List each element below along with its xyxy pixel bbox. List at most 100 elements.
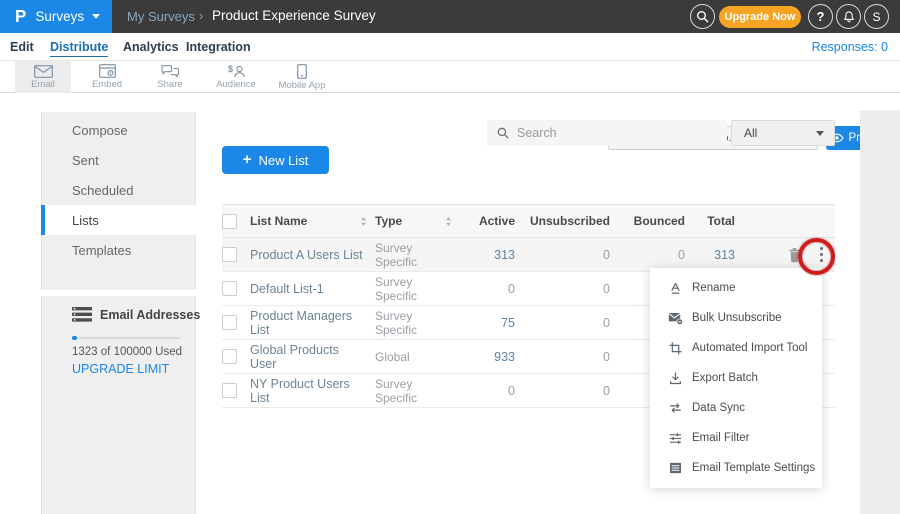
list-search-field [487, 120, 727, 146]
responses-count[interactable]: Responses: 0 [812, 40, 888, 54]
email-usage-progressbar [72, 337, 180, 339]
channel-embed[interactable]: Embed [79, 61, 135, 93]
col-header-total: Total [685, 214, 735, 228]
channel-mobile-app[interactable]: Mobile App [272, 61, 332, 93]
product-menu-label: Surveys [35, 9, 84, 24]
col-header-list-name: List Name [250, 214, 307, 228]
sidebar-item-lists[interactable]: Lists [41, 205, 196, 235]
questionpro-logo-icon: P [15, 6, 26, 27]
sidebar-item-compose[interactable]: Compose [41, 115, 196, 145]
search-input[interactable] [517, 126, 727, 140]
breadcrumb-current page-title: Product Experience Survey [212, 8, 376, 23]
email-usage-text: 1323 of 100000 Used [72, 346, 182, 358]
product-switcher[interactable]: P Surveys [0, 0, 112, 33]
delete-trash-icon[interactable] [787, 247, 802, 263]
new-list-button[interactable]: + New List [222, 146, 329, 174]
app-window: P Surveys My Surveys › Product Experienc… [0, 0, 900, 514]
row-menu-kebab-icon[interactable] [818, 245, 825, 264]
mobile-phone-icon [297, 64, 307, 79]
search-icon[interactable] [690, 4, 715, 29]
audience-icon: $ [227, 64, 246, 78]
share-bubbles-icon [161, 64, 179, 78]
notifications-bell-icon[interactable] [836, 4, 861, 29]
breadcrumb-separator: › [199, 8, 203, 23]
tab-analytics[interactable]: Analytics [123, 40, 179, 54]
tab-edit[interactable]: Edit [10, 40, 34, 54]
table-header-row: List Name Type Active Unsubscribed Bounc… [222, 204, 835, 238]
help-icon[interactable]: ? [808, 4, 833, 29]
sync-repeat-icon [667, 402, 683, 414]
channel-share[interactable]: Share [142, 61, 198, 93]
sort-icon[interactable] [445, 216, 452, 227]
active-count[interactable]: 0 [460, 282, 515, 296]
row-checkbox[interactable] [222, 315, 237, 330]
plus-icon: + [243, 151, 252, 168]
embed-window-icon [99, 64, 116, 78]
list-name-link[interactable]: Global Products User [250, 343, 367, 371]
email-addresses-title: Email Addresses [100, 308, 200, 322]
email-addresses-list-icon [72, 307, 92, 327]
select-all-checkbox[interactable] [222, 214, 237, 229]
list-filter-dropdown[interactable]: All [731, 120, 835, 146]
bounced-count: 0 [610, 248, 685, 262]
menu-item-bulk-unsubscribe[interactable]: Bulk Unsubscribe [650, 303, 822, 333]
unsubscribed-count: 0 [515, 350, 610, 364]
menu-item-automated-import-tool[interactable]: Automated Import Tool [650, 333, 822, 363]
survey-nav-tabs: Edit Distribute Analytics Integration Re… [0, 33, 900, 61]
filter-sliders-icon [667, 432, 683, 445]
tab-distribute[interactable]: Distribute [50, 40, 108, 57]
import-crop-icon [667, 342, 683, 355]
active-count[interactable]: 0 [460, 384, 515, 398]
breadcrumb-parent[interactable]: My Surveys [127, 9, 195, 24]
col-header-type: Type [375, 214, 402, 228]
active-count[interactable]: 313 [460, 248, 515, 262]
distribute-toolbar: Email Embed Share $ Audience Mobile App … [0, 61, 900, 93]
rename-icon [667, 281, 683, 295]
col-header-unsubscribed: Unsubscribed [515, 214, 610, 228]
channel-email[interactable]: Email [15, 61, 71, 93]
sidebar-item-scheduled[interactable]: Scheduled [41, 175, 196, 205]
menu-item-email-filter[interactable]: Email Filter [650, 423, 822, 453]
bulk-unsubscribe-icon [667, 312, 683, 325]
sidebar-item-templates[interactable]: Templates [41, 235, 196, 265]
menu-item-data-sync[interactable]: Data Sync [650, 393, 822, 423]
col-header-active: Active [460, 214, 515, 228]
table-row: Product A Users List Survey Specific 313… [222, 238, 835, 272]
svg-text:$: $ [228, 64, 233, 74]
list-name-link[interactable]: NY Product Users List [250, 377, 367, 405]
total-count: 313 [685, 248, 735, 262]
search-icon [487, 127, 517, 139]
email-envelope-icon [34, 65, 53, 78]
email-usage-progress-fill [72, 336, 77, 340]
tab-integration[interactable]: Integration [186, 40, 251, 54]
list-name-link[interactable]: Product A Users List [250, 248, 363, 262]
upgrade-limit-link[interactable]: UPGRADE LIMIT [72, 362, 169, 376]
menu-item-export-batch[interactable]: Export Batch [650, 363, 822, 393]
active-count[interactable]: 75 [460, 316, 515, 330]
export-download-icon [667, 372, 683, 385]
sidebar-item-sent[interactable]: Sent [41, 145, 196, 175]
channel-audience[interactable]: $ Audience [205, 61, 267, 93]
row-checkbox[interactable] [222, 349, 237, 364]
avatar[interactable]: S [864, 4, 889, 29]
sort-icon[interactable] [360, 216, 367, 227]
chevron-down-icon [816, 131, 824, 136]
col-header-bounced: Bounced [610, 214, 685, 228]
upgrade-now-button[interactable]: Upgrade Now [719, 6, 801, 28]
sidebar-divider [41, 290, 197, 296]
menu-item-email-template-settings[interactable]: Email Template Settings [650, 453, 822, 483]
chevron-down-icon [92, 14, 100, 19]
unsubscribed-count: 0 [515, 316, 610, 330]
unsubscribed-count: 0 [515, 248, 610, 262]
top-header: P Surveys My Surveys › Product Experienc… [0, 0, 900, 33]
list-name-link[interactable]: Product Managers List [250, 309, 367, 337]
row-context-menu: Rename Bulk Unsubscribe Automated Import… [650, 268, 822, 488]
right-margin [860, 110, 900, 514]
list-name-link[interactable]: Default List-1 [250, 282, 324, 296]
row-checkbox[interactable] [222, 281, 237, 296]
row-checkbox[interactable] [222, 247, 237, 262]
row-checkbox[interactable] [222, 383, 237, 398]
active-count[interactable]: 933 [460, 350, 515, 364]
template-settings-icon [667, 462, 683, 474]
menu-item-rename[interactable]: Rename [650, 273, 822, 303]
